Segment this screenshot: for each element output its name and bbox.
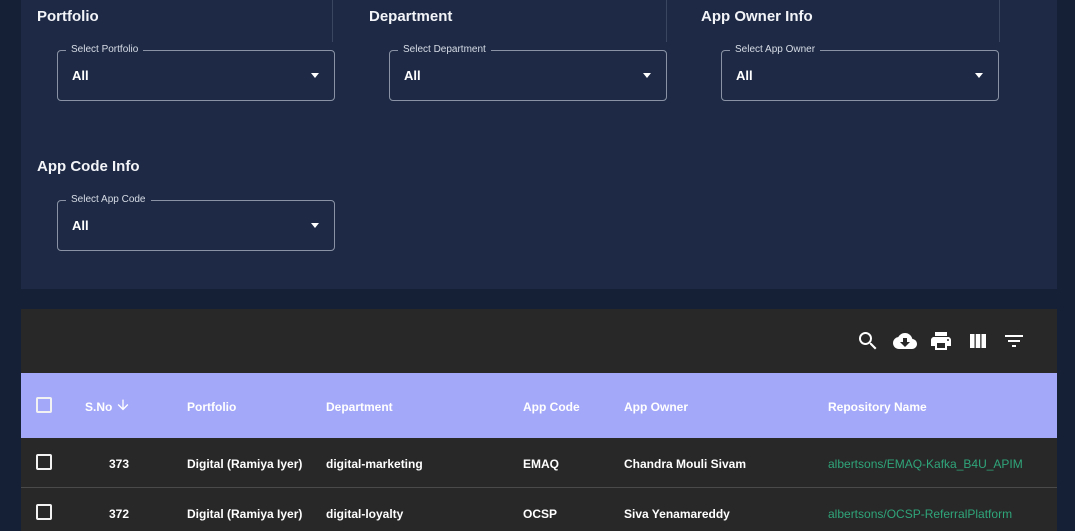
filter-divider [999,0,1000,42]
portfolio-select[interactable]: Select Portfolio All [57,44,335,101]
department-select-value: All [404,68,421,83]
data-table-panel: S.No Portfolio Department App Code App O… [21,309,1057,531]
department-select-label: Select Department [398,44,491,56]
app-code-select-value: All [72,218,89,233]
cell-repository-link[interactable]: albertsons/EMAQ-Kafka_B4U_APIM [828,457,1023,471]
column-header-app-code[interactable]: App Code [523,400,580,414]
cell-sno: 372 [108,507,129,521]
cell-app-code: EMAQ [523,457,559,471]
cloud-download-icon[interactable] [893,329,917,353]
arrow-down-sort-icon[interactable] [115,397,131,413]
app-owner-select[interactable]: Select App Owner All [721,44,999,101]
row-select-checkbox[interactable] [36,504,52,520]
table-header: S.No Portfolio Department App Code App O… [21,373,1057,438]
select-all-checkbox[interactable] [36,397,52,413]
column-header-sno[interactable]: S.No [85,400,112,414]
cell-portfolio: Digital (Ramiya Iyer) [187,457,303,471]
filter-divider [666,0,667,42]
cell-app-owner: Chandra Mouli Sivam [624,457,747,471]
cell-app-owner: Siva Yenamareddy [624,507,730,521]
cell-sno: 373 [108,457,129,471]
portfolio-section-title: Portfolio [37,8,99,25]
caret-down-icon [975,73,983,78]
app-code-select[interactable]: Select App Code All [57,194,335,251]
column-header-repository-name[interactable]: Repository Name [828,400,927,414]
app-owner-select-label: Select App Owner [730,44,821,56]
column-header-app-owner[interactable]: App Owner [624,400,688,414]
app-owner-select-value: All [736,68,753,83]
view-columns-icon[interactable] [966,329,990,353]
filter-list-icon[interactable] [1002,329,1026,353]
column-header-portfolio[interactable]: Portfolio [187,400,236,414]
department-select[interactable]: Select Department All [389,44,667,101]
cell-repository-link[interactable]: albertsons/OCSP-ReferralPlatform [828,507,1012,521]
portfolio-select-value: All [72,68,89,83]
app-owner-section-title: App Owner Info [701,8,813,25]
table-row: 373 Digital (Ramiya Iyer) digital-market… [21,438,1057,488]
column-header-department[interactable]: Department [326,400,393,414]
cell-portfolio: Digital (Ramiya Iyer) [187,507,303,521]
search-icon[interactable] [856,329,880,353]
print-icon[interactable] [929,329,953,353]
cell-app-code: OCSP [523,507,558,521]
caret-down-icon [643,73,651,78]
portfolio-select-label: Select Portfolio [66,44,144,56]
cell-department: digital-marketing [326,457,423,471]
filter-divider [332,0,333,42]
caret-down-icon [311,223,319,228]
app-code-select-label: Select App Code [66,194,151,206]
row-select-checkbox[interactable] [36,454,52,470]
department-section-title: Department [369,8,453,25]
filter-panel: Portfolio Select Portfolio All Departmen… [21,0,1057,289]
table-row: 372 Digital (Ramiya Iyer) digital-loyalt… [21,488,1057,531]
app-code-section-title: App Code Info [37,158,140,175]
caret-down-icon [311,73,319,78]
cell-department: digital-loyalty [326,507,404,521]
